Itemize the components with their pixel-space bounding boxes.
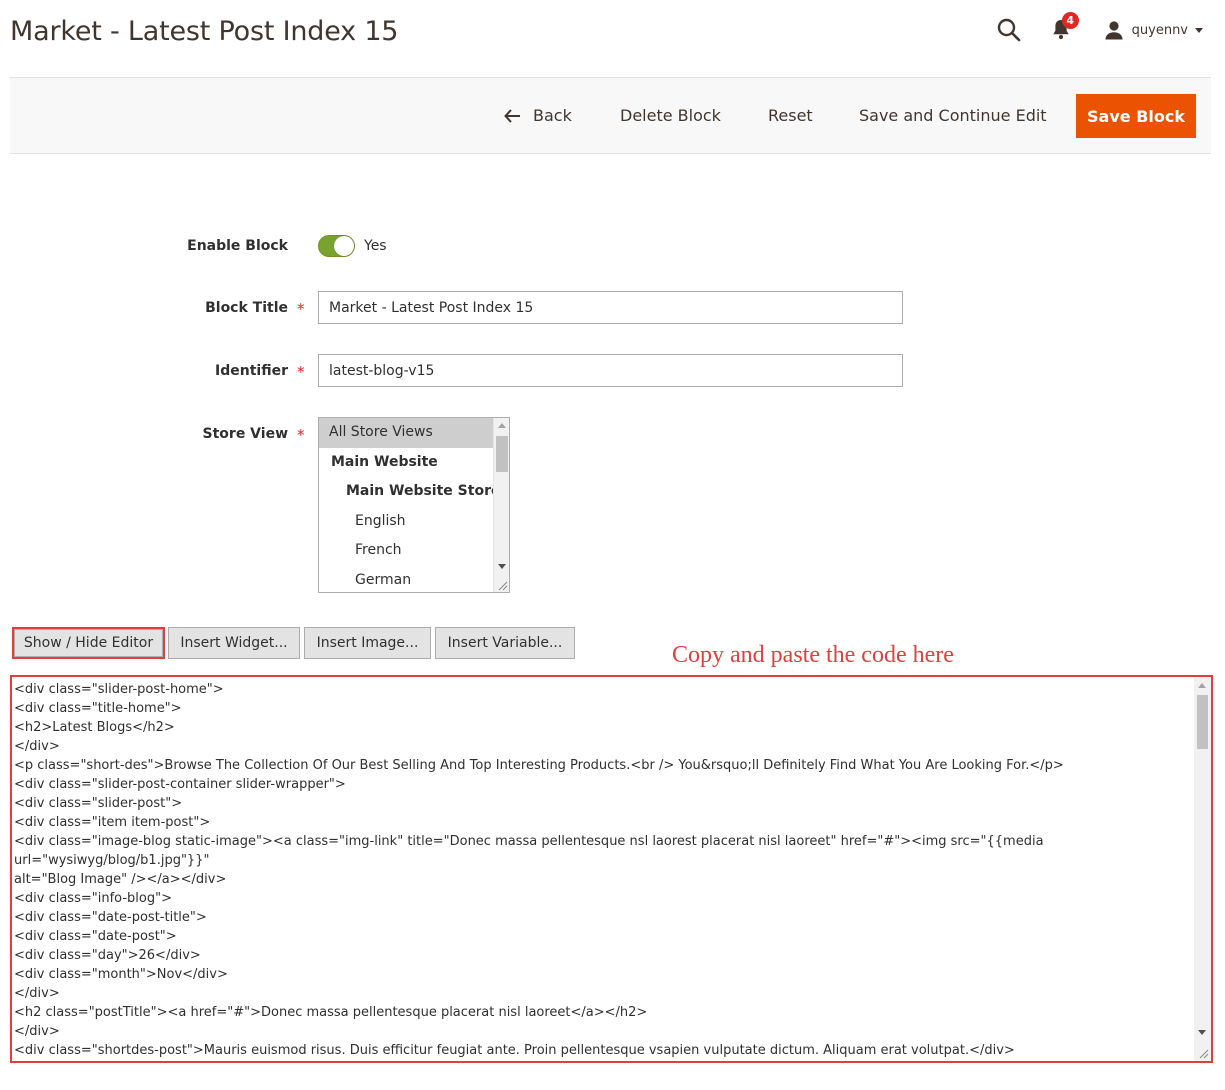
chevron-down-icon (1195, 27, 1203, 33)
code-line: <h2 class="postTitle"><a href="#">Donec … (14, 1005, 648, 1020)
code-line: <div class="shortdes-post">Mauris euismo… (14, 1043, 1015, 1058)
arrow-left-icon (504, 109, 520, 123)
code-line: </div> (14, 986, 60, 1001)
store-view-option[interactable]: All Store Views (319, 418, 493, 448)
code-line: <div class="day">26</div> (14, 948, 201, 963)
back-button[interactable]: Back (504, 94, 572, 138)
identifier-input[interactable] (318, 354, 903, 387)
store-view-option[interactable]: Main Website (319, 448, 493, 478)
code-line: <div class="month">Nov</div> (14, 967, 228, 982)
code-line: <div class="slider-post"> (14, 796, 183, 811)
code-line: <div class="date-post-title"> (14, 910, 207, 925)
save-and-continue-button[interactable]: Save and Continue Edit (859, 94, 1047, 138)
resize-grip-icon[interactable] (1197, 1047, 1209, 1059)
code-line: <div class="item item-post"> (14, 815, 211, 830)
code-line: <div class="date-post"> (14, 929, 177, 944)
show-hide-editor-button[interactable]: Show / Hide Editor (12, 627, 165, 659)
store-view-label: Store View (202, 426, 288, 442)
scrollbar-thumb[interactable] (1197, 695, 1208, 749)
code-line: <div class="image-blog static-image"><a … (14, 834, 1048, 868)
insert-variable-button[interactable]: Insert Variable... (435, 627, 575, 659)
store-view-scrollbar[interactable] (493, 418, 509, 592)
scroll-up-icon[interactable] (498, 423, 506, 428)
code-line: <div class="slider-post-container slider… (14, 777, 346, 792)
store-view-multiselect[interactable]: All Store Views Main Website Main Websit… (318, 417, 510, 593)
code-content[interactable]: <div class="slider-post-home"> <div class… (14, 680, 1192, 1061)
notification-count-badge: 4 (1061, 12, 1079, 29)
notifications-bell-icon[interactable]: 4 (1050, 12, 1079, 43)
scroll-down-icon[interactable] (1198, 1030, 1206, 1035)
code-line: </div> (14, 1024, 60, 1039)
user-account-menu[interactable]: quyennv (1104, 20, 1203, 40)
code-scrollbar[interactable] (1194, 677, 1211, 1061)
required-marker: * (297, 300, 305, 318)
block-title-input[interactable] (318, 291, 903, 324)
scroll-up-icon[interactable] (1198, 683, 1206, 688)
header-actions: 4 quyennv (996, 12, 1203, 46)
store-view-option[interactable]: French (319, 536, 493, 566)
block-title-label: Block Title (205, 300, 288, 316)
back-label: Back (533, 106, 572, 125)
scroll-down-icon[interactable] (498, 564, 506, 569)
toggle-knob (334, 236, 354, 256)
required-marker: * (297, 426, 305, 444)
code-line: </div> (14, 1060, 1192, 1061)
annotation-note: Copy and paste the code here (672, 642, 954, 668)
code-line: alt="Blog Image" /></a></div> (14, 872, 227, 887)
enable-block-toggle[interactable] (318, 235, 355, 257)
page-title: Market - Latest Post Index 15 (10, 16, 399, 47)
insert-widget-button[interactable]: Insert Widget... (168, 627, 300, 659)
code-line: <div class="info-blog"> (14, 891, 172, 906)
user-icon (1105, 21, 1123, 40)
delete-block-button[interactable]: Delete Block (620, 94, 721, 138)
code-line: </div> (14, 739, 60, 754)
store-view-option[interactable]: Main Website Store (319, 477, 500, 507)
code-line: <div class="slider-post-home"> (14, 682, 224, 697)
page-actions-toolbar: Back Delete Block Reset Save and Continu… (10, 77, 1211, 154)
search-icon[interactable] (996, 17, 1022, 43)
reset-button[interactable]: Reset (768, 94, 813, 138)
scrollbar-thumb[interactable] (496, 436, 508, 472)
enable-block-value: Yes (364, 238, 387, 254)
store-view-option[interactable]: German (319, 566, 493, 592)
store-view-option[interactable]: English (319, 507, 493, 537)
code-line: <p class="short-des">Browse The Collecti… (14, 758, 1064, 773)
resize-grip-icon[interactable] (496, 579, 508, 591)
code-line: <div class="title-home"> (14, 701, 182, 716)
required-marker: * (297, 363, 305, 381)
code-line: <h2>Latest Blogs</h2> (14, 720, 175, 735)
username: quyennv (1131, 22, 1188, 38)
content-code-textarea[interactable]: <div class="slider-post-home"> <div class… (10, 675, 1213, 1063)
identifier-label: Identifier (215, 363, 288, 379)
store-view-options: All Store Views Main Website Main Websit… (319, 418, 500, 592)
save-block-button[interactable]: Save Block (1076, 94, 1196, 138)
insert-image-button[interactable]: Insert Image... (304, 627, 431, 659)
enable-block-label: Enable Block (187, 238, 288, 254)
